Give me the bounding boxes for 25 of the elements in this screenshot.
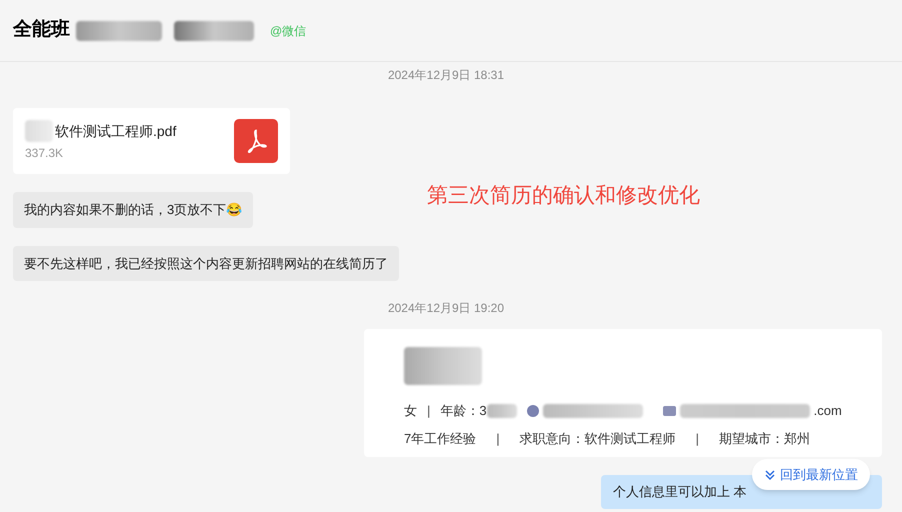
pdf-icon [234,119,278,163]
file-name: 软件测试工程师.pdf [55,122,176,141]
email-text: .com [814,402,842,420]
double-chevron-icon [764,468,776,480]
blurred-text [486,404,517,418]
annotation-text: 第三次简历的确认和修改优化 [427,183,700,209]
gender-text: 女 [404,402,417,420]
message-bubble: 要不先这样吧，我已经按照这个内容更新招聘网站的在线简历了 [13,246,399,281]
file-card[interactable]: 软件测试工程师.pdf 337.3K [13,108,290,174]
age-text: 年龄：3 [440,402,487,420]
experience-text: 7年工作经验 [404,430,476,448]
job-intent-text: 求职意向：软件测试工程师 [520,430,676,448]
resume-card[interactable]: 女 | 年龄：3 .com 7年工作经验 | 求职意向：软件测试工程师 | 期望城市：郑州 [364,329,882,457]
source-label: @微信 [270,22,306,40]
separator-text: | [696,430,700,448]
separator-text: | [427,402,430,420]
file-size: 337.3K [25,145,64,162]
separator-text: | [496,430,500,448]
message-bubble: 我的内容如果不删的话，3页放不下😂 [13,192,254,228]
jump-to-latest-button[interactable]: 回到最新位置 [752,459,870,490]
timestamp: 2024年12月9日 18:31 [388,67,504,84]
chat-title: 全能班 [13,18,70,42]
timestamp: 2024年12月9日 19:20 [388,300,504,317]
blurred-text [25,120,53,142]
city-text: 期望城市：郑州 [719,430,810,448]
